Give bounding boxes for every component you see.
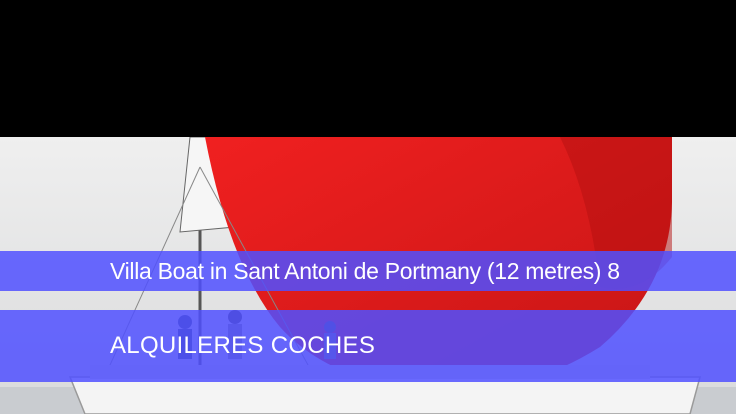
top-black-bar	[0, 0, 736, 137]
category-label[interactable]: ALQUILERES COCHES	[110, 332, 375, 359]
listing-title-band[interactable]: Villa Boat in Sant Antoni de Portmany (1…	[0, 251, 736, 291]
listing-title[interactable]: Villa Boat in Sant Antoni de Portmany (1…	[110, 258, 620, 284]
boat-hull	[68, 376, 701, 414]
category-band[interactable]: ALQUILERES COCHES	[0, 310, 736, 382]
